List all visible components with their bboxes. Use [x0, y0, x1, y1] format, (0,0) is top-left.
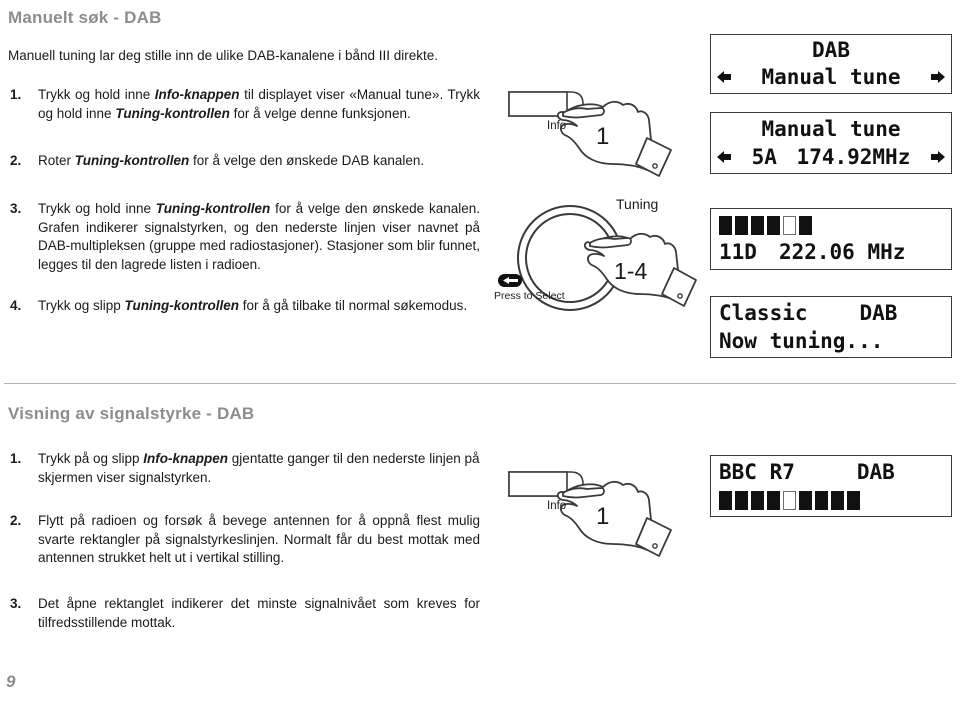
step-text: Roter Tuning-kontrollen for å velge den …: [38, 153, 425, 168]
section-title-signal-strength: Visning av signalstyrke - DAB: [8, 404, 255, 423]
hand-step-label: 1: [596, 503, 610, 530]
signal-bar-filled: [799, 490, 812, 510]
signal-bar-filled: [847, 490, 860, 510]
press-to-select-label: Press to Select: [494, 290, 565, 302]
step-item: 1. Trykk og hold inne Info-knappen til d…: [10, 86, 480, 123]
lcd-band-label: DAB: [856, 460, 895, 484]
illustration-info-button-top: Info 1: [505, 86, 695, 196]
signal-strength-bars: [719, 490, 860, 510]
signal-bar-filled: [815, 490, 828, 510]
lcd-display-manual-tune-frequency: Manual tune 5A 174.92MHz: [710, 112, 952, 174]
arrow-left-icon: [717, 70, 732, 85]
signal-bar-filled: [735, 215, 748, 235]
arrow-left-icon: [717, 150, 732, 165]
signal-bar-filled: [751, 490, 764, 510]
lcd-channel-value: 5A: [751, 145, 777, 169]
arrow-right-icon: [930, 70, 945, 85]
step-item: 3. Det åpne rektanglet indikerer det min…: [10, 595, 480, 632]
signal-bar-filled: [751, 215, 764, 235]
step-number: 2.: [10, 513, 22, 528]
hand-step-label: 1: [596, 123, 610, 150]
info-button-label: Info: [547, 120, 567, 132]
lcd-line-2: Manual tune: [761, 65, 901, 89]
lcd-band-label: DAB: [859, 301, 898, 325]
manual-page: Manuelt søk - DAB Manuell tuning lar deg…: [0, 0, 960, 701]
lcd-channel-value: 11D: [719, 240, 757, 264]
step-text: Det åpne rektanglet indikerer det minste…: [38, 596, 480, 630]
signal-bar-filled: [719, 215, 732, 235]
step-number: 4.: [10, 298, 22, 313]
step-item: 3. Trykk og hold inne Tuning-kontrollen …: [10, 200, 480, 275]
arrow-right-icon: [930, 150, 945, 165]
lcd-display-manual-tune-menu: DAB Manual tune: [710, 34, 952, 94]
step-number: 3.: [10, 596, 22, 611]
section-title-manual-search: Manuelt søk - DAB: [8, 8, 162, 27]
lcd-station-name: BBC R7: [719, 460, 795, 484]
intro-paragraph: Manuell tuning lar deg stille inn de uli…: [8, 48, 439, 63]
step-item: 1. Trykk på og slipp Info-knappen gjenta…: [10, 450, 488, 487]
step-text: Trykk og hold inne Tuning-kontrollen for…: [38, 201, 480, 272]
step-text: Flytt på radioen og forsøk å bevege ante…: [38, 513, 480, 566]
signal-strength-bars: [719, 215, 812, 235]
lcd-frequency-value: 174.92MHz: [796, 145, 911, 169]
page-number: 9: [6, 672, 16, 691]
step-item: 2. Roter Tuning-kontrollen for å velge d…: [10, 152, 480, 171]
lcd-display-signal-and-frequency: 11D 222.06 MHz: [710, 208, 952, 270]
tuning-knob-label: Tuning: [616, 196, 659, 212]
lcd-line-1: Manual tune: [761, 117, 901, 141]
step-item: 4. Trykk og slipp Tuning-kontrollen for …: [10, 297, 490, 316]
lcd-line-1: DAB: [812, 38, 850, 62]
step-item: 2. Flytt på radioen og forsøk å bevege a…: [10, 512, 480, 568]
step-number: 3.: [10, 201, 22, 216]
signal-bar-filled: [799, 215, 812, 235]
info-button-label: Info: [547, 500, 567, 512]
step-text: Trykk og slipp Tuning-kontrollen for å g…: [38, 298, 468, 313]
illustration-info-button-bottom: Info 1: [505, 466, 695, 576]
lcd-display-now-tuning: Classic DAB Now tuning...: [710, 296, 952, 358]
lcd-display-bbc-signal-strength: BBC R7 DAB: [710, 455, 952, 517]
section-divider: [4, 383, 956, 384]
signal-bar-empty: [783, 490, 796, 510]
illustration-tuning-knob: Tuning 1-4 Press to Select: [492, 196, 697, 321]
step-text: Trykk og hold inne Info-knappen til disp…: [38, 87, 480, 121]
signal-bar-filled: [735, 490, 748, 510]
step-text: Trykk på og slipp Info-knappen gjentatte…: [38, 451, 480, 485]
signal-bar-filled: [767, 490, 780, 510]
step-number: 1.: [10, 87, 22, 102]
step-number: 1.: [10, 451, 22, 466]
lcd-status-text: Now tuning...: [719, 329, 884, 353]
signal-bar-filled: [719, 490, 732, 510]
signal-bar-empty: [783, 215, 796, 235]
step-number: 2.: [10, 153, 22, 168]
lcd-frequency-value: 222.06 MHz: [778, 240, 906, 264]
signal-bar-filled: [831, 490, 844, 510]
lcd-ensemble-name: Classic: [719, 301, 808, 325]
signal-bar-filled: [767, 215, 780, 235]
hand-step-label: 1-4: [614, 258, 648, 284]
